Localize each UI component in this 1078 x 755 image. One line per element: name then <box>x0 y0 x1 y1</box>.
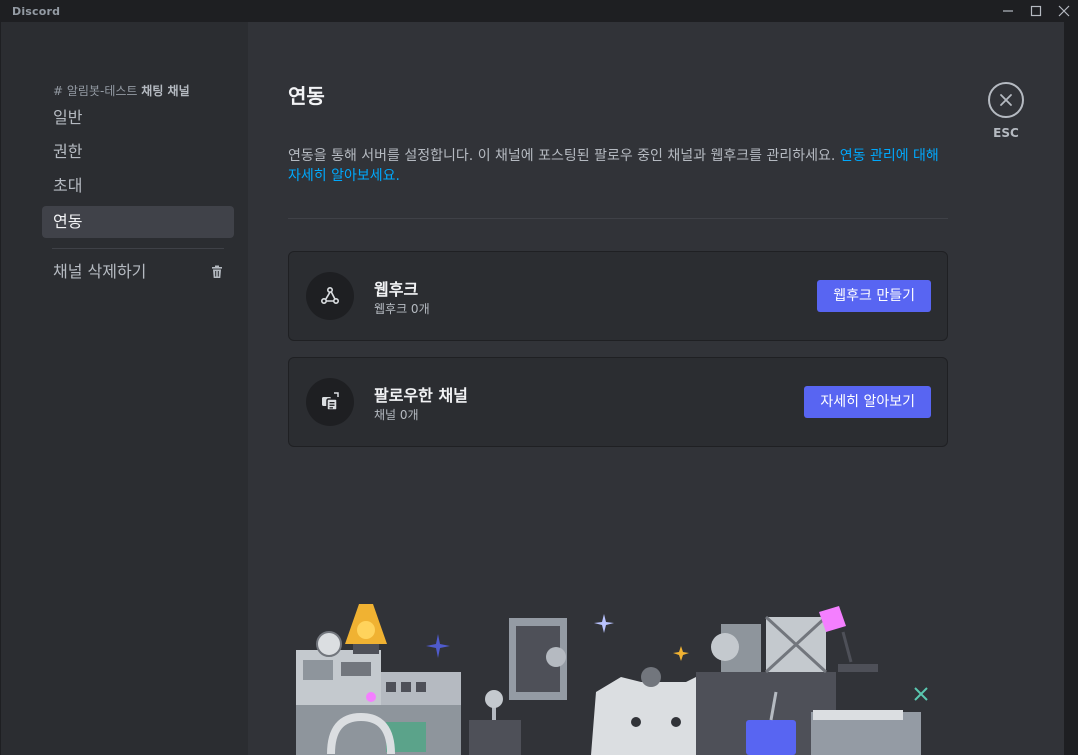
description-text: 연동을 통해 서버를 설정합니다. 이 채널에 포스팅된 팔로우 중인 채널과 … <box>288 148 840 164</box>
followed-channels-card[interactable]: 팔로우한 채널 채널 0개 자세히 알아보기 <box>288 357 948 447</box>
webhook-icon-wrap <box>306 272 354 320</box>
sidebar-item-invites[interactable]: 초대 <box>42 170 234 202</box>
section-divider <box>288 218 948 219</box>
sidebar-item-general[interactable]: 일반 <box>42 102 234 134</box>
delete-channel-label: 채널 삭제하기 <box>53 262 147 281</box>
sidebar-divider <box>52 248 224 249</box>
page-title: 연동 <box>288 84 325 108</box>
integrations-description: 연동을 통해 서버를 설정합니다. 이 채널에 포스팅된 팔로우 중인 채널과 … <box>288 146 948 186</box>
create-webhook-button[interactable]: 웹후크 만들기 <box>817 280 931 312</box>
app-name: Discord <box>12 5 61 18</box>
minimize-icon <box>1003 10 1013 12</box>
close-window-button[interactable] <box>1049 0 1078 22</box>
followed-channels-count: 채널 0개 <box>374 408 419 422</box>
maximize-icon <box>1030 5 1042 17</box>
webhooks-count: 웹후크 0개 <box>374 302 430 316</box>
trash-icon <box>212 265 222 278</box>
minimize-button[interactable] <box>993 0 1023 22</box>
followed-channels-title: 팔로우한 채널 <box>374 386 468 405</box>
close-button[interactable] <box>988 82 1024 118</box>
close-window-icon <box>1058 5 1070 17</box>
maximize-button[interactable] <box>1021 0 1051 22</box>
followed-channel-icon-wrap <box>306 378 354 426</box>
esc-label: ESC <box>993 126 1019 140</box>
followed-channel-icon <box>322 392 339 411</box>
sidebar-item-permissions[interactable]: 권한 <box>42 136 234 168</box>
sidebar-item-integrations[interactable]: 연동 <box>42 206 234 238</box>
webhook-icon <box>320 286 340 305</box>
webhooks-card[interactable]: 웹후크 웹후크 0개 웹후크 만들기 <box>288 251 948 341</box>
title-bar: Discord <box>0 0 1078 22</box>
channel-settings-window: # 알림봇-테스트 채팅 채널 일반 권한 초대 연동 채널 삭제하기 연동 연… <box>1 22 1064 755</box>
close-settings[interactable]: ESC <box>988 82 1026 140</box>
scroll-gutter <box>1064 22 1078 755</box>
settings-sidebar: # 알림봇-테스트 채팅 채널 일반 권한 초대 연동 채널 삭제하기 <box>1 22 248 755</box>
close-icon <box>1000 94 1012 106</box>
junkyard-illustration <box>296 604 928 755</box>
delete-channel-button[interactable]: 채널 삭제하기 <box>42 256 234 288</box>
channel-category: # 알림봇-테스트 <box>53 84 138 98</box>
sidebar-channel-header: # 알림봇-테스트 채팅 채널 <box>53 82 190 99</box>
learn-more-button[interactable]: 자세히 알아보기 <box>804 386 931 418</box>
webhooks-title: 웹후크 <box>374 280 419 299</box>
channel-name: 채팅 채널 <box>141 84 190 98</box>
